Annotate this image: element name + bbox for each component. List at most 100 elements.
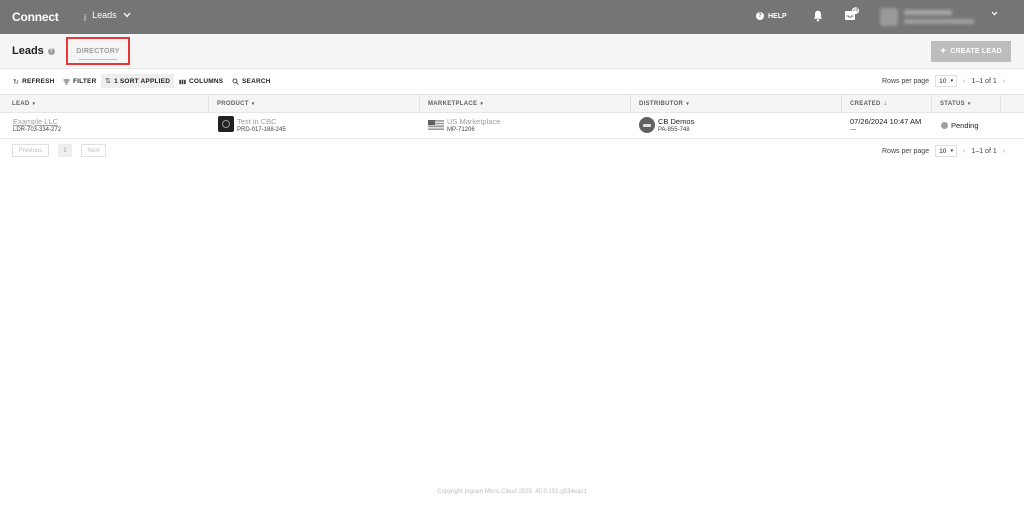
notifications-bell-icon[interactable]	[813, 10, 823, 22]
page-range: 1–1 of 1	[971, 147, 997, 155]
info-icon[interactable]: ?	[47, 47, 55, 55]
rows-per-page-select[interactable]: 10 ▾	[935, 75, 958, 87]
search-icon	[232, 78, 239, 85]
help-button[interactable]: ? HELP	[756, 12, 787, 20]
page-title: Leads	[12, 45, 44, 57]
account-name-redacted	[904, 10, 952, 15]
prev-page-icon[interactable]: ‹	[963, 78, 965, 85]
product-name[interactable]: Test in CBC	[237, 117, 277, 126]
select-caret-icon: ▾	[950, 148, 954, 154]
next-page-button[interactable]: Next	[81, 144, 106, 157]
page-range: 1–1 of 1	[971, 77, 997, 85]
columns-label: COLUMNS	[189, 78, 224, 85]
us-flag-icon	[428, 120, 444, 130]
sort-label: 1 SORT APPLIED	[114, 77, 171, 85]
created-cell: 07/26/2024 10:47 AM —	[850, 112, 934, 138]
refresh-button[interactable]: ↻ REFRESH	[13, 75, 55, 88]
account-avatar	[880, 8, 898, 26]
marketplace-name[interactable]: US Marketplace	[447, 117, 500, 126]
column-header-distributor[interactable]: DISTRIBUTOR ▾	[635, 95, 842, 112]
columns-icon	[179, 79, 186, 84]
product-cell: Test in CBC PRD-017-188-245	[212, 112, 418, 138]
leads-hook-icon: ⱼ	[84, 8, 87, 22]
lead-cell: Example LLC LDR-703-334-272	[13, 112, 208, 138]
tab-directory[interactable]: DIRECTORY	[66, 37, 130, 65]
grid-toolbar: ↻ REFRESH FILTER ⇅ 1 SORT APPLIED COLUMN…	[0, 69, 1024, 93]
status-cell: Pending	[941, 112, 1005, 138]
status-badge: Pending	[951, 121, 979, 130]
inbox-count-badge: 28	[852, 7, 859, 14]
created-by: —	[850, 127, 856, 133]
chevron-down-icon	[123, 12, 131, 18]
lead-id: LDR-703-334-272	[13, 127, 62, 133]
sort-caret-icon: ▾	[32, 100, 36, 107]
column-header-label: STATUS	[940, 100, 965, 107]
product-id: PRD-017-188-245	[237, 127, 286, 133]
prev-page-icon[interactable]: ‹	[963, 148, 965, 155]
marketplace-id: MP-71206	[447, 127, 475, 133]
columns-button[interactable]: COLUMNS	[179, 75, 223, 88]
sort-button[interactable]: ⇅ 1 SORT APPLIED	[101, 74, 175, 88]
refresh-label: REFRESH	[22, 78, 55, 85]
module-switcher[interactable]: ⱼ Leads	[84, 8, 131, 22]
sort-caret-icon: ▾	[686, 100, 690, 107]
lead-name-link[interactable]: Example LLC	[13, 117, 58, 126]
account-chevron-down-icon[interactable]	[991, 11, 998, 16]
help-label: HELP	[768, 12, 787, 20]
pagination: Previous 1 Next	[12, 144, 106, 157]
column-header-marketplace[interactable]: MARKETPLACE ▾	[424, 95, 631, 112]
search-label: SEARCH	[242, 78, 271, 85]
distributor-name[interactable]: CB Demos	[658, 117, 694, 126]
filter-label: FILTER	[73, 78, 97, 85]
sort-caret-icon: ▾	[480, 100, 484, 107]
sort-caret-icon: ▾	[251, 100, 255, 107]
rows-per-page-label: Rows per page	[882, 77, 930, 85]
refresh-icon: ↻	[13, 78, 20, 86]
product-thumbnail	[218, 116, 234, 132]
distributor-cell: CB Demos PA-855-748	[630, 112, 836, 138]
column-header-status[interactable]: STATUS ▾	[936, 95, 1001, 112]
page-title-wrap: Leads ?	[12, 45, 55, 57]
next-page-icon[interactable]: ›	[1003, 78, 1005, 85]
sort-icon: ⇅	[105, 78, 112, 85]
create-lead-button[interactable]: + CREATE LEAD	[931, 41, 1011, 62]
marketplace-cell: US Marketplace MP-71206	[419, 112, 625, 138]
account-switcher[interactable]	[880, 8, 980, 26]
module-label: Leads	[92, 10, 117, 20]
tab-active-indicator	[79, 59, 117, 60]
help-icon: ?	[756, 12, 764, 20]
status-pending-icon	[941, 122, 948, 129]
account-role-redacted	[904, 19, 974, 24]
column-header-lead[interactable]: LEAD ▾	[8, 95, 209, 112]
bottom-rows-per-page-control: Rows per page 10 ▾ ‹ 1–1 of 1 ›	[882, 144, 1005, 158]
filter-icon	[63, 79, 70, 84]
top-navigation-bar: Connect ⱼ Leads ? HELP 28	[0, 0, 1024, 34]
copyright-footer: Copyright Ingram Micro Cloud 2025. 40.0.…	[437, 489, 587, 495]
tab-directory-label: DIRECTORY	[76, 48, 120, 55]
created-date: 07/26/2024 10:47 AM	[850, 117, 922, 126]
column-header-label: DISTRIBUTOR	[639, 100, 684, 107]
next-page-icon[interactable]: ›	[1003, 148, 1005, 155]
rows-per-page-label: Rows per page	[882, 147, 930, 155]
inbox-button[interactable]: 28	[844, 7, 859, 21]
brand-logo[interactable]: Connect	[12, 10, 59, 24]
previous-page-button[interactable]: Previous	[12, 144, 49, 157]
column-header-label: PRODUCT	[217, 100, 249, 107]
distributor-logo	[639, 117, 655, 133]
page-number-button[interactable]: 1	[58, 144, 72, 157]
column-header-label: MARKETPLACE	[428, 100, 478, 107]
search-button[interactable]: SEARCH	[232, 75, 271, 88]
table-header: LEAD ▾ PRODUCT ▾ MARKETPLACE ▾ DISTRIBUTOR ▾…	[0, 94, 1024, 113]
table-row[interactable]: Example LLC LDR-703-334-272 Test in CBC …	[0, 112, 1024, 139]
column-header-label: LEAD	[12, 100, 30, 107]
rows-per-page-select[interactable]: 10 ▾	[935, 145, 958, 157]
sort-arrow-down-icon: ↓	[883, 100, 888, 107]
column-header-product[interactable]: PRODUCT ▾	[213, 95, 420, 112]
sort-caret-icon: ▾	[967, 100, 971, 107]
rows-per-page-value: 10	[939, 147, 947, 155]
column-header-label: CREATED	[850, 100, 881, 107]
filter-button[interactable]: FILTER	[63, 75, 96, 88]
column-header-created[interactable]: CREATED ↓	[846, 95, 932, 112]
distributor-id: PA-855-748	[658, 127, 690, 133]
select-caret-icon: ▾	[950, 78, 954, 84]
